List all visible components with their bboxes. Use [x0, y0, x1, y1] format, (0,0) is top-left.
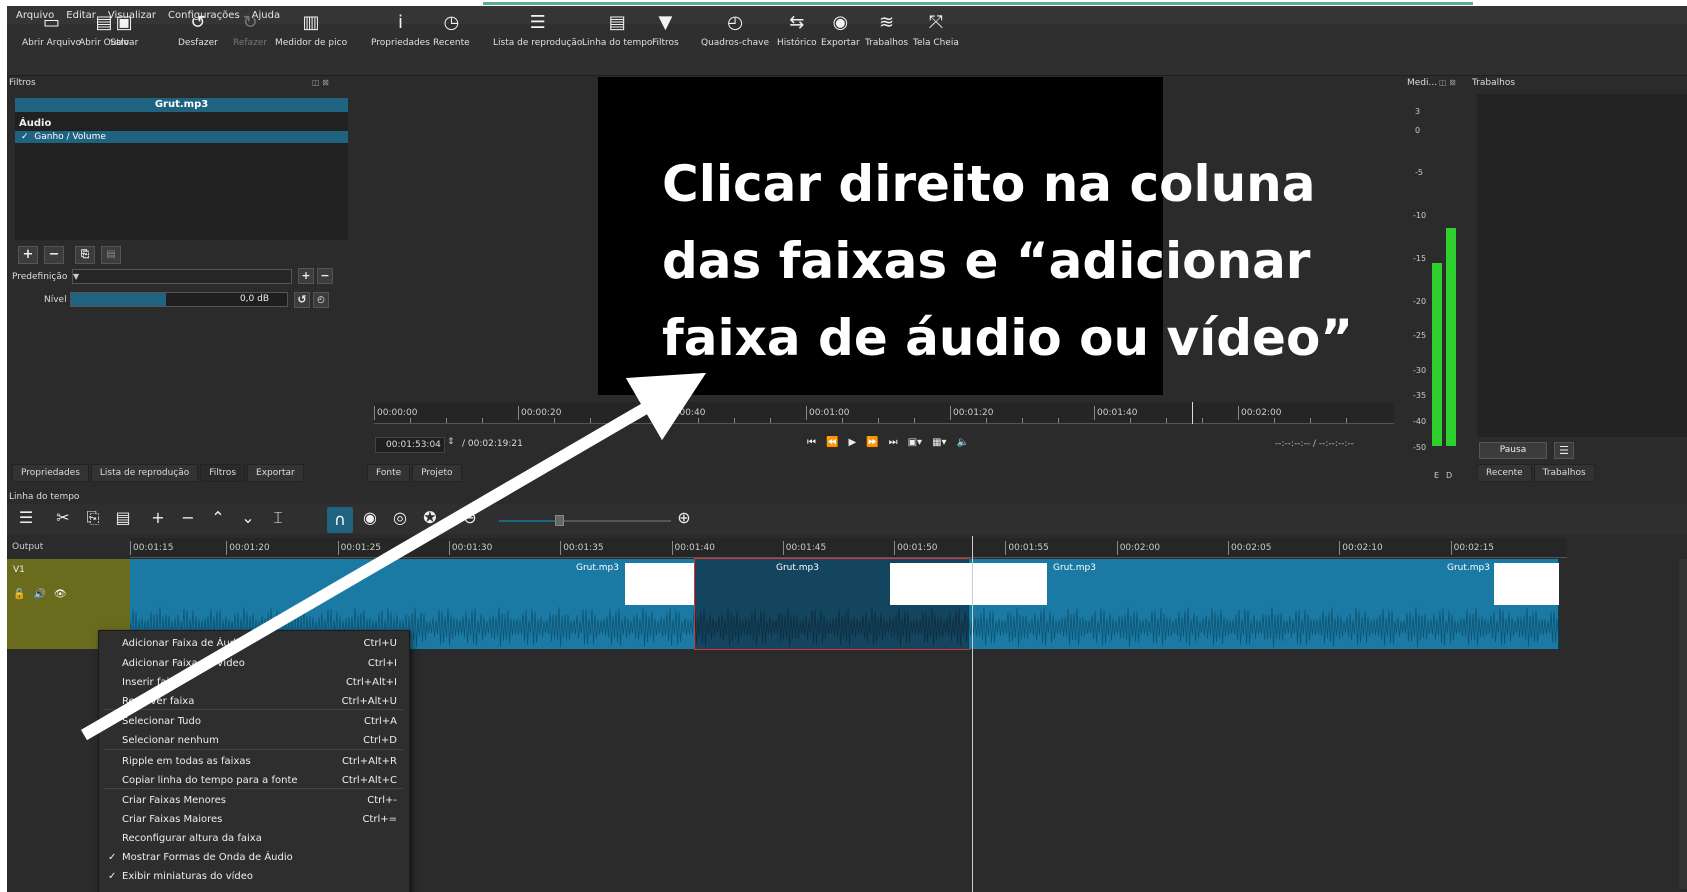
annotation-arrow	[80, 372, 707, 741]
